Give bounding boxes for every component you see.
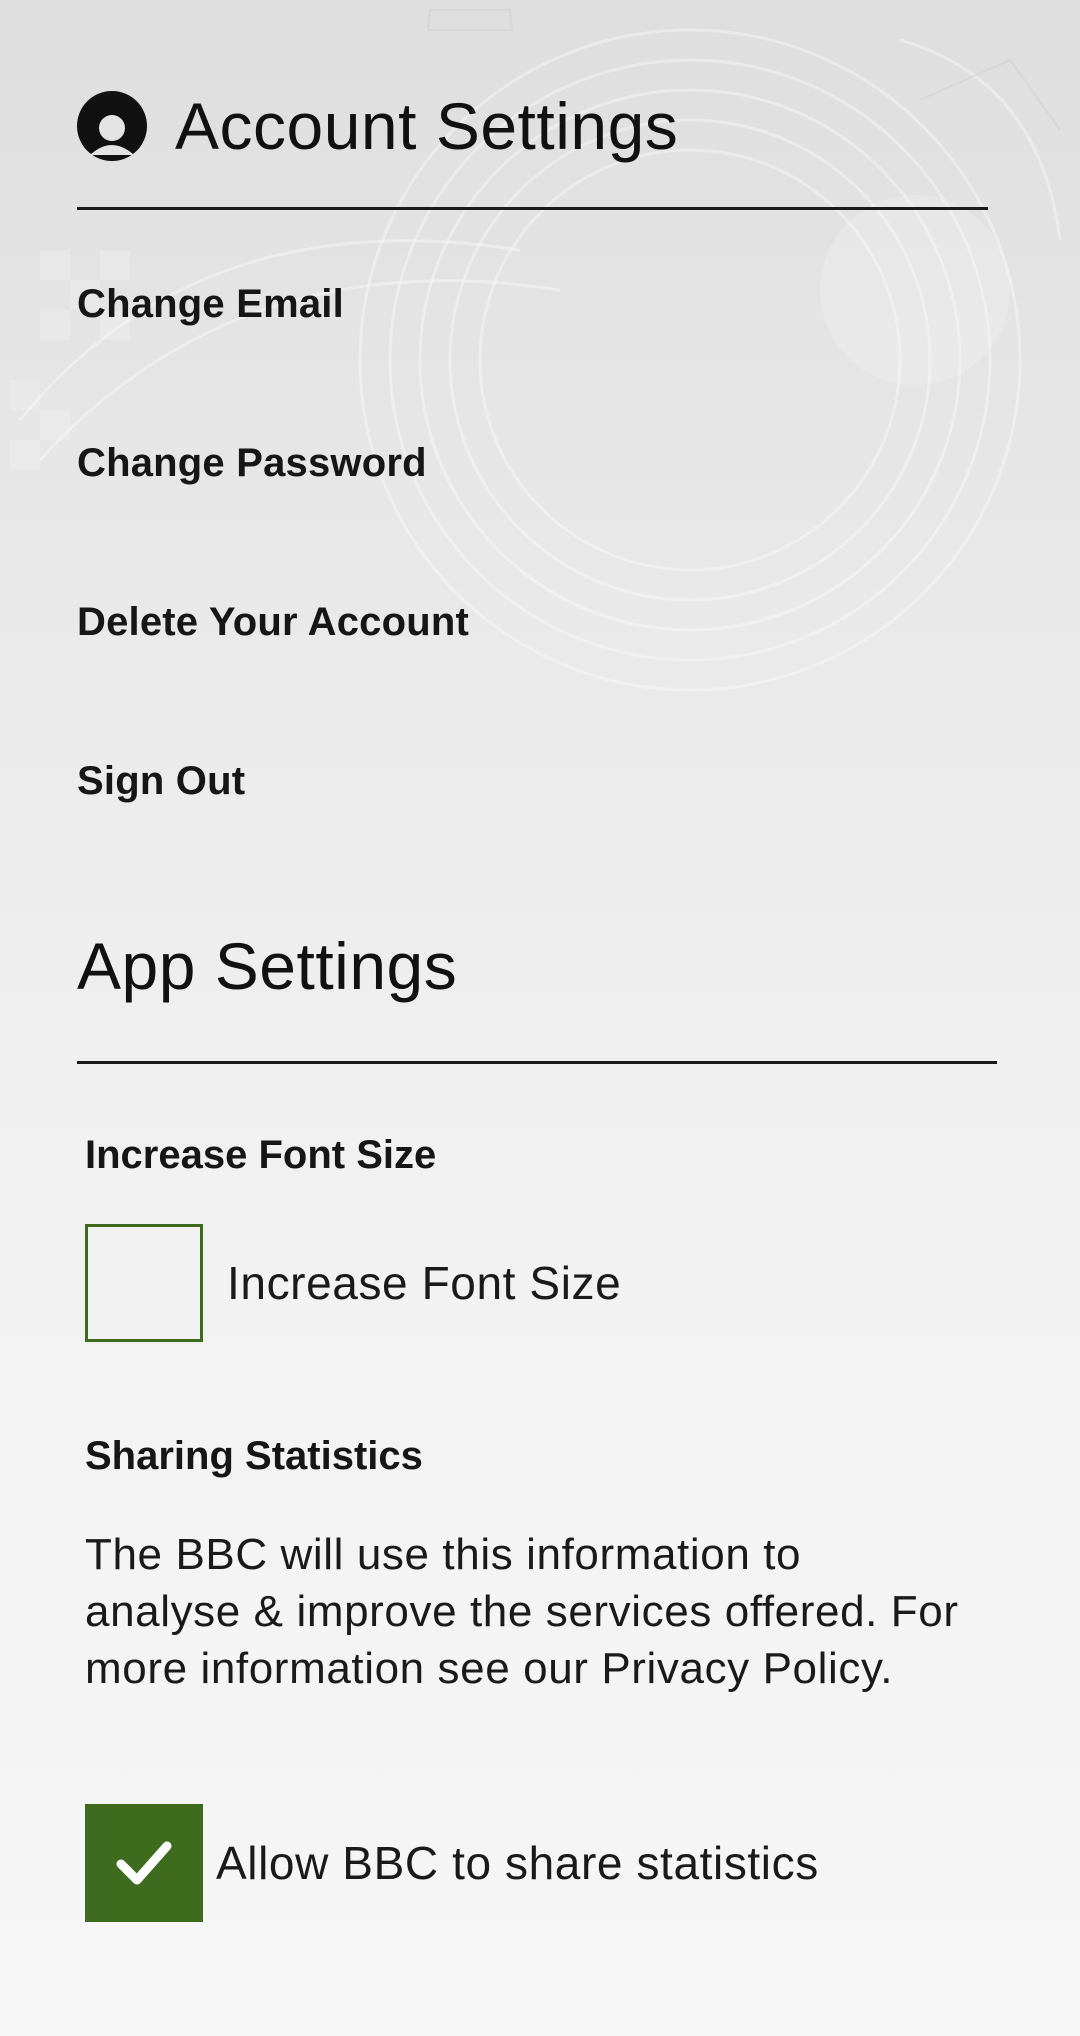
font-size-checkbox[interactable] [85, 1224, 203, 1342]
change-email-link[interactable]: Change Email [77, 282, 344, 327]
checkmark-icon [116, 1841, 172, 1885]
account-settings-header: Account Settings [77, 82, 678, 170]
font-size-checkbox-label[interactable]: Increase Font Size [227, 1256, 621, 1310]
font-size-option[interactable]: Increase Font Size [85, 1224, 621, 1342]
share-statistics-option[interactable]: Allow BBC to share statistics [85, 1804, 819, 1922]
sharing-description: The BBC will use this information to ana… [85, 1530, 959, 1693]
share-statistics-checkbox[interactable] [85, 1804, 203, 1922]
sign-out-link[interactable]: Sign Out [77, 759, 245, 804]
sharing-statistics-heading: Sharing Statistics [85, 1434, 423, 1478]
delete-account-link[interactable]: Delete Your Account [77, 600, 469, 645]
app-settings-divider [77, 1061, 997, 1064]
account-circle-icon [77, 91, 147, 161]
font-size-heading: Increase Font Size [85, 1133, 437, 1177]
share-statistics-label[interactable]: Allow BBC to share statistics [216, 1836, 819, 1890]
app-settings-title: App Settings [77, 929, 458, 1003]
settings-screen: Account Settings Change Email Change Pas… [0, 0, 1080, 2036]
change-password-link[interactable]: Change Password [77, 441, 427, 486]
account-divider [77, 207, 988, 210]
account-settings-title: Account Settings [175, 89, 679, 163]
